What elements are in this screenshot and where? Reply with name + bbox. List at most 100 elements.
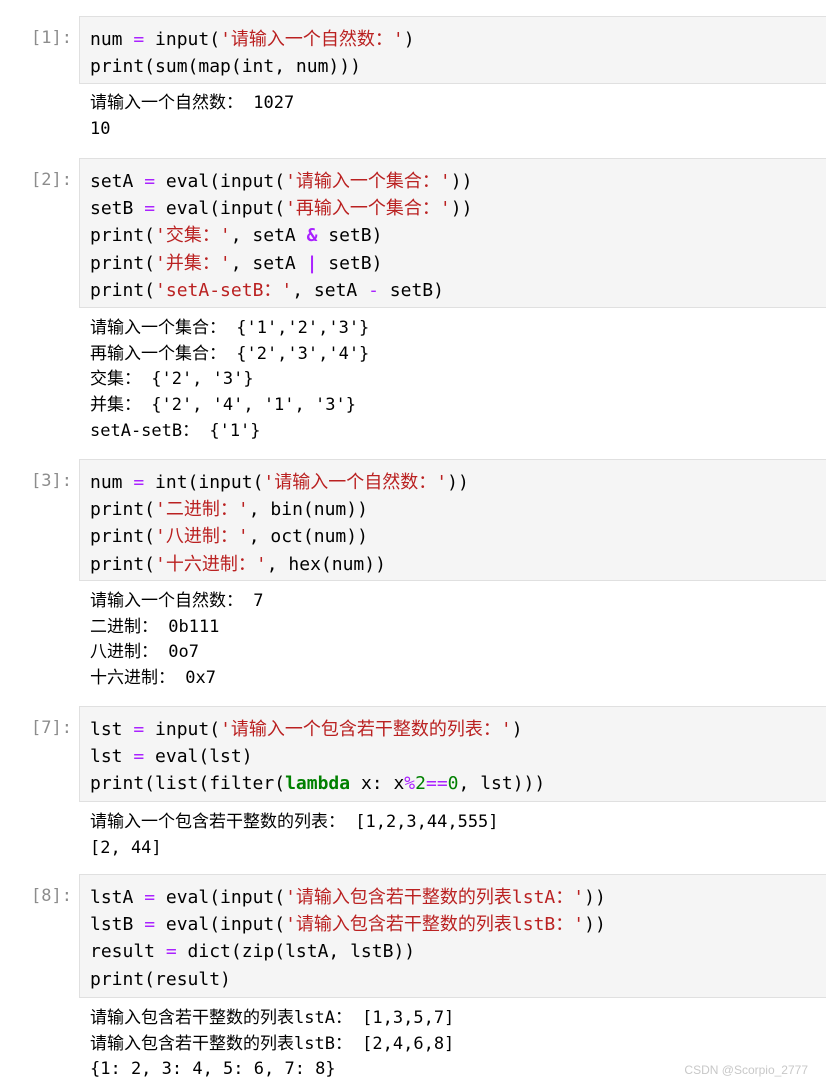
cell-prompt: [3]:: [31, 471, 72, 491]
code-line: print('并集：', setA | setB): [90, 250, 816, 277]
code-token: result: [90, 941, 166, 963]
code-token: print(sum(map(int, num))): [90, 56, 361, 78]
cell-prompt: [8]:: [31, 886, 72, 906]
cell-prompt: [2]:: [31, 170, 72, 190]
code-token: =: [144, 887, 156, 908]
code-line: print('二进制：', bin(num)): [90, 496, 816, 523]
code-token: eval(input(: [155, 887, 286, 908]
code-token: print(result): [90, 968, 231, 990]
code-token: print(: [90, 526, 156, 548]
code-token: setA: [90, 171, 145, 192]
code-token: print(: [90, 225, 156, 247]
code-token: , lst))): [458, 773, 546, 795]
code-token: =: [133, 29, 145, 50]
code-token: )): [584, 887, 606, 908]
code-line: setA = eval(input('请输入一个集合：')): [90, 168, 816, 195]
code-line: print(list(filter(lambda x: x%2==0, lst)…: [90, 770, 816, 797]
code-line: print(sum(map(int, num))): [90, 53, 816, 80]
code-line: num = input('请输入一个自然数：'): [90, 26, 816, 53]
code-token: eval(input(: [155, 198, 286, 220]
output-line: 交集： {'2', '3'}: [90, 369, 254, 390]
code-token: =: [144, 914, 156, 936]
code-line: print('十六进制：', hex(num)): [90, 551, 816, 578]
code-token: )): [584, 914, 606, 936]
code-token: , oct(num)): [248, 526, 368, 548]
output-line: 10: [90, 118, 111, 139]
code-token: dict(zip(lstA, lstB)): [176, 941, 416, 963]
code-token: ): [511, 719, 523, 740]
code-token: %: [404, 773, 416, 795]
code-line: print('交集：', setA & setB): [90, 222, 816, 249]
code-token: setB: [90, 198, 145, 220]
code-token: )): [447, 472, 469, 493]
output-line: [2, 44]: [90, 837, 162, 858]
cell-prompt: [7]:: [31, 718, 72, 738]
output-line: 请输入一个包含若干整数的列表： [1,2,3,44,555]: [90, 812, 499, 832]
code-token: input(: [144, 719, 221, 740]
watermark: CSDN @Scorpio_2777: [684, 1063, 808, 1077]
code-token: , setA: [230, 225, 307, 247]
code-token: '再输入一个集合：': [285, 198, 451, 220]
code-token: =: [144, 171, 156, 192]
code-token: -: [368, 279, 379, 301]
output-line: 二进制： 0b111: [90, 616, 220, 637]
code-token: int(input(: [144, 472, 264, 493]
code-token: , hex(num)): [266, 553, 386, 575]
code-token: setB): [317, 252, 383, 274]
code-token: print(: [90, 279, 156, 301]
code-token: ==: [425, 773, 448, 795]
code-token: )): [450, 198, 473, 220]
code-line: lstA = eval(input('请输入包含若干整数的列表lstA：')): [90, 884, 816, 911]
code-token: 'setA-setB：': [155, 279, 293, 301]
code-line: print('setA-setB：', setA - setB): [90, 277, 816, 304]
code-token: '八进制：': [155, 526, 249, 548]
code-token: eval(input(: [155, 914, 286, 936]
code-token: '二进制：': [155, 499, 249, 521]
output-line: 八进制： 0o7: [90, 642, 199, 663]
code-token: print(list(filter(: [90, 773, 286, 795]
code-token: x: x: [350, 773, 405, 795]
code-token: 0: [447, 773, 459, 795]
code-input-area[interactable]: setA = eval(input('请输入一个集合：')) setB = eva…: [79, 158, 826, 308]
code-line: lst = eval(lst): [90, 743, 816, 770]
code-token: setB): [317, 225, 383, 247]
output-line: 请输入包含若干整数的列表lstB： [2,4,6,8]: [90, 1033, 455, 1054]
code-token: |: [306, 252, 318, 274]
code-token: '请输入一个自然数：': [263, 472, 448, 493]
cell-output: 请输入一个包含若干整数的列表： [1,2,3,44,555] [2, 44]: [90, 810, 826, 861]
code-token: =: [133, 746, 145, 768]
code-token: )): [450, 171, 473, 192]
code-token: input(: [144, 29, 221, 50]
code-token: eval(lst): [144, 746, 253, 768]
code-line: result = dict(zip(lstA, lstB)): [90, 938, 816, 965]
code-line: num = int(input('请输入一个自然数：')): [90, 469, 816, 496]
code-token: print(: [90, 499, 156, 521]
output-line: 请输入一个集合： {'1','2','3'}: [90, 318, 370, 338]
code-input-area[interactable]: num = int(input('请输入一个自然数：')) print('二进制：…: [79, 459, 826, 581]
code-token: lst: [90, 719, 134, 740]
code-token: '并集：': [155, 252, 231, 274]
code-input-area[interactable]: lst = input('请输入一个包含若干整数的列表：') lst = eval…: [79, 706, 826, 802]
code-token: '请输入包含若干整数的列表lstB：': [285, 914, 585, 936]
code-input-area[interactable]: lstA = eval(input('请输入包含若干整数的列表lstA：')) l…: [79, 874, 826, 998]
code-token: =: [165, 941, 177, 963]
code-token: '请输入一个自然数：': [220, 29, 404, 50]
code-token: print(: [90, 252, 156, 274]
output-line: 请输入包含若干整数的列表lstA： [1,3,5,7]: [90, 1008, 455, 1028]
cell-output: 请输入一个自然数： 7 二进制： 0b111 八进制： 0o7 十六进制： 0x7: [90, 589, 826, 692]
output-line: setA-setB： {'1'}: [90, 420, 261, 441]
code-input-area[interactable]: num = input('请输入一个自然数：') print(sum(map(in…: [79, 16, 826, 84]
output-line: 十六进制： 0x7: [90, 668, 216, 689]
code-token: , setA: [292, 279, 369, 301]
code-token: lambda: [285, 773, 351, 795]
code-line: print('八进制：', oct(num)): [90, 523, 816, 550]
code-token: =: [144, 198, 156, 220]
code-token: ): [403, 29, 415, 50]
code-token: '十六进制：': [155, 553, 267, 575]
code-token: '请输入一个集合：': [285, 171, 451, 192]
code-token: '交集：': [155, 225, 231, 247]
output-line: 并集： {'2', '4', '1', '3'}: [90, 395, 356, 416]
code-token: lstB: [90, 914, 145, 936]
code-token: &: [306, 225, 318, 247]
cell-output: 请输入一个自然数： 1027 10: [90, 91, 826, 142]
